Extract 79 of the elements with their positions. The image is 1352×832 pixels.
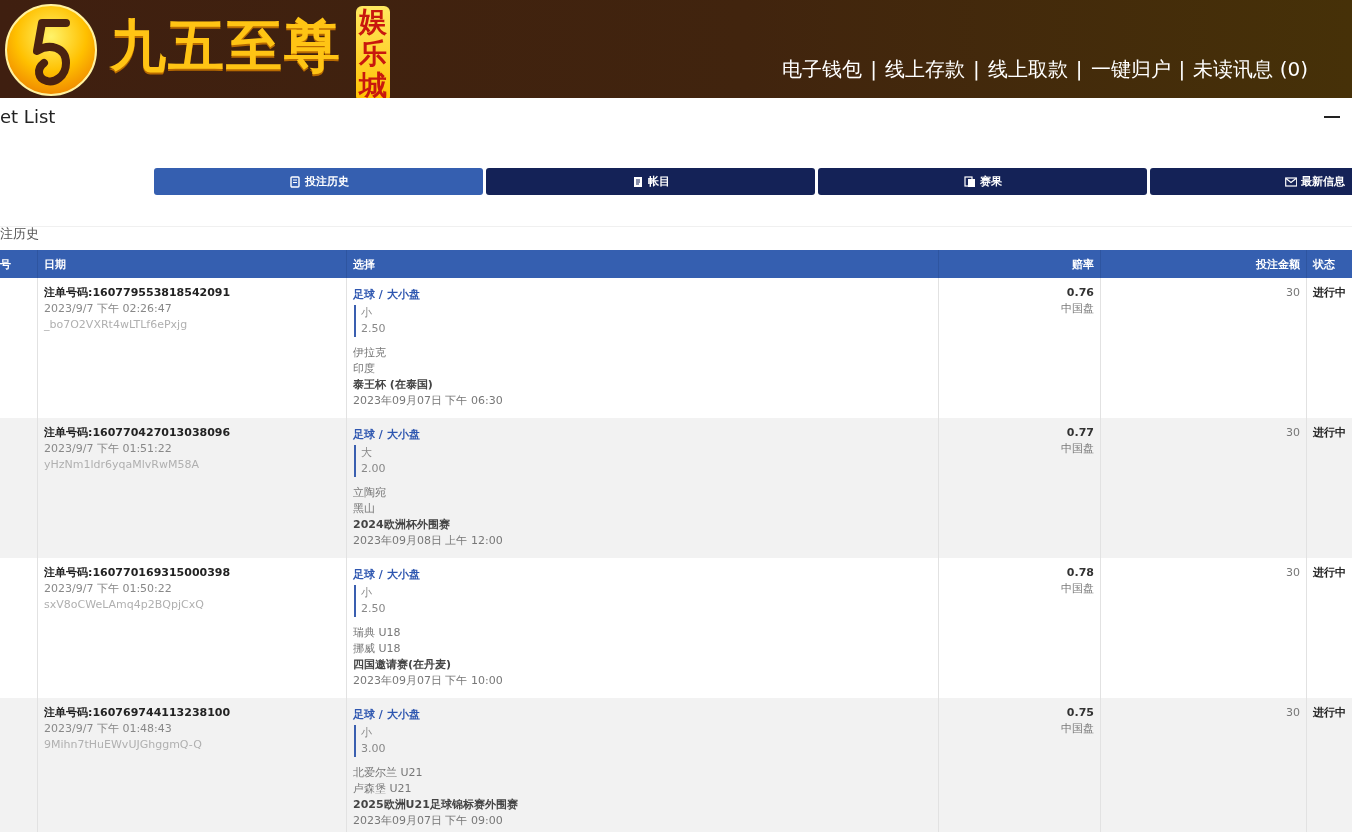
selection-pick: 小 [361,305,373,321]
home-team: 北爱尔兰 U21 [353,765,424,781]
nav-separator: | [973,56,980,83]
away-team: 黑山 [353,501,376,517]
tab[interactable]: 帐目 [486,168,815,195]
selection-line: 2.00 [361,461,387,477]
home-team: 伊拉克 [353,345,387,361]
tab[interactable]: 投注历史 [154,168,483,195]
tab[interactable]: 赛果 [818,168,1147,195]
league-name: 2025欧洲U21足球锦标赛外围赛 [353,797,519,813]
stake-amount: 30 [1286,566,1300,579]
minimize-icon [1324,115,1340,119]
league-name: 四国邀请赛(在丹麦) [353,657,453,673]
mail-icon [1285,175,1297,188]
logo-title: 九五至尊 [110,11,342,80]
bet-time: 2023/9/7 下午 02:26:47 [44,301,173,317]
minimize-button[interactable] [1324,115,1340,119]
selection-line: 3.00 [361,741,387,757]
tab[interactable]: 最新信息 [1150,168,1352,195]
away-team: 印度 [353,361,376,377]
odds-type: 中国盘 [1060,581,1094,597]
stake-amount: 30 [1286,426,1300,439]
kickoff-time: 2023年09月08日 上午 12:00 [353,533,504,549]
selection-pick: 小 [361,725,373,741]
kickoff-time: 2023年09月07日 下午 10:00 [353,673,504,689]
selection-pick: 大 [361,445,373,461]
nav-link[interactable]: 一键归户 [1090,55,1171,83]
home-team: 瑞典 U18 [353,625,402,641]
market-link[interactable]: 足球 / 大小盘 [353,707,420,723]
nav-separator: | [1178,56,1186,83]
bet-reference: yHzNm1ldr6yqaMlvRwM58A [44,457,200,473]
odds-value: 0.75 [1065,705,1094,721]
nav-link[interactable]: 未读讯息 (0) [1193,55,1308,83]
odds-value: 0.78 [1065,565,1094,581]
league-name: 2024欧洲杯外围赛 [353,517,451,533]
document-icon [631,175,644,188]
bet-reference: sxV8oCWeLAmq4p2BQpjCxQ [44,597,205,613]
market-link[interactable]: 足球 / 大小盘 [353,287,420,303]
odds-type: 中国盘 [1060,441,1094,457]
odds-type: 中国盘 [1060,721,1094,737]
stake-amount: 30 [1286,286,1300,299]
odds-value: 0.76 [1065,285,1094,301]
selection-line: 2.50 [361,601,387,617]
market-link[interactable]: 足球 / 大小盘 [353,427,420,443]
bet-number: 注单号码:160770169315000398 [44,565,232,581]
nav-link[interactable]: 线上存款 [885,55,966,83]
nav-separator: | [870,56,878,83]
modal-title: et List [0,105,56,129]
bet-status: 进行中 [1313,426,1346,439]
home-team: 立陶宛 [353,485,387,501]
stake-amount: 30 [1286,706,1300,719]
logo-circle-icon [4,3,98,97]
selection-line: 2.50 [361,321,387,337]
market-link[interactable]: 足球 / 大小盘 [353,567,420,583]
bet-status: 进行中 [1313,566,1346,579]
away-team: 挪威 U18 [353,641,402,657]
bet-time: 2023/9/7 下午 01:50:22 [44,581,173,597]
bet-number: 注单号码:160770427013038096 [44,425,232,441]
bet-time: 2023/9/7 下午 01:48:43 [44,721,173,737]
bet-reference: _bo7O2VXRt4wLTLf6ePxjg [44,317,189,333]
nav-separator: | [1075,56,1083,83]
kickoff-time: 2023年09月07日 下午 09:00 [353,813,504,829]
nav-link[interactable]: 电子钱包 [782,55,863,83]
away-team: 卢森堡 U21 [353,781,413,797]
bet-time: 2023/9/7 下午 01:51:22 [44,441,173,457]
pages-icon [963,175,976,188]
bet-number: 注单号码:160769744113238100 [44,705,232,721]
logo-badge: 娱乐城 [356,6,390,98]
nav-link[interactable]: 线上取款 [987,55,1068,83]
bet-status: 进行中 [1313,286,1346,299]
odds-value: 0.77 [1065,425,1094,441]
clipboard-icon [288,175,301,188]
bet-reference: 9Mihn7tHuEWvUJGhggmQ-Q [44,737,203,753]
bet-number: 注单号码:160779553818542091 [44,285,232,301]
bet-status: 进行中 [1313,706,1346,719]
kickoff-time: 2023年09月07日 下午 06:30 [353,393,504,409]
selection-pick: 小 [361,585,373,601]
odds-type: 中国盘 [1060,301,1094,317]
league-name: 泰王杯 (在泰国) [353,377,434,393]
